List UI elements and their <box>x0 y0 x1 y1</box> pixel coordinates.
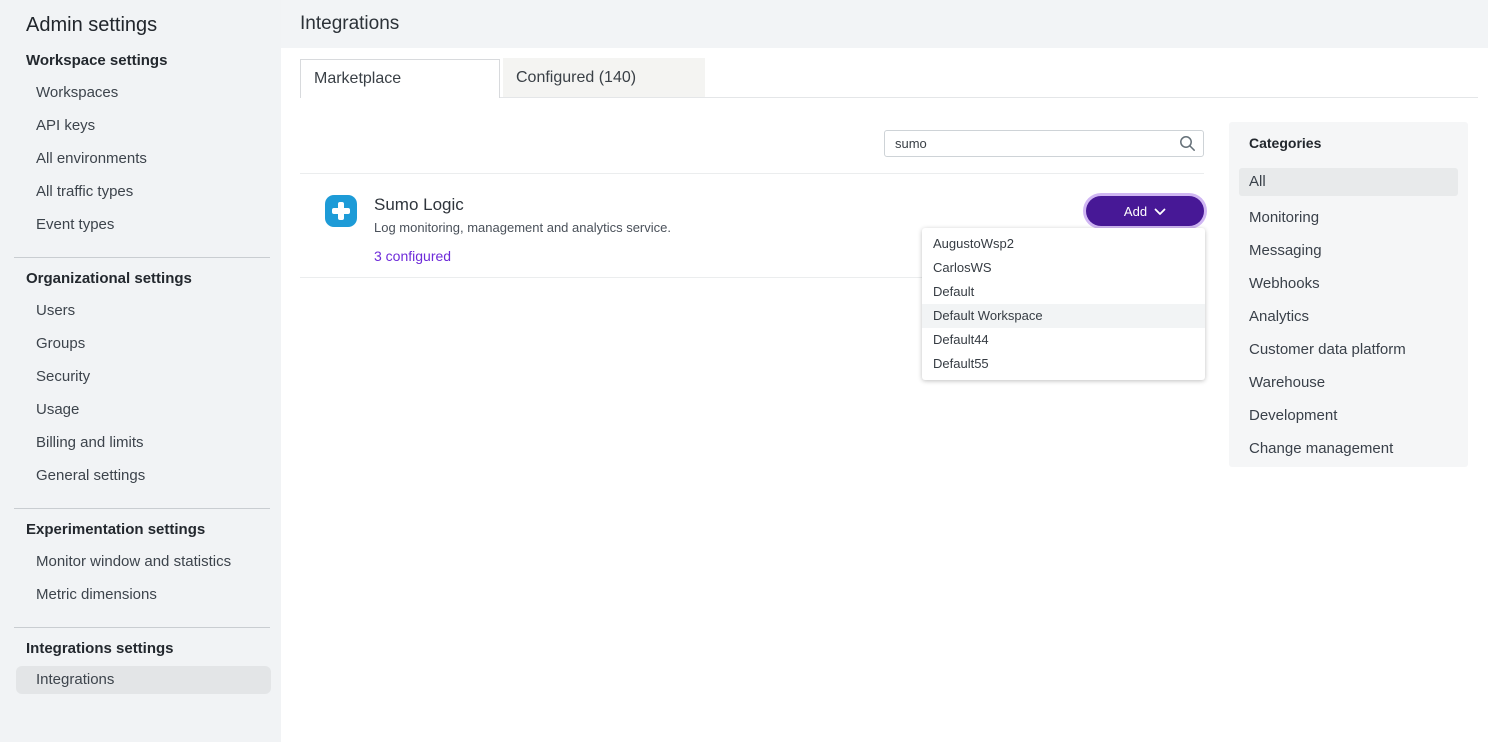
page-header: Integrations <box>281 0 1488 48</box>
content-area: Sumo Logic Log monitoring, management an… <box>281 98 1488 467</box>
categories-panel: Categories All Monitoring Messaging Webh… <box>1229 122 1468 467</box>
workspace-option-default44[interactable]: Default44 <box>922 328 1205 352</box>
app-root: Admin settings Workspace settings Worksp… <box>0 0 1488 742</box>
categories-title: Categories <box>1229 135 1468 168</box>
search-row <box>300 130 1204 157</box>
sidebar-item-integrations[interactable]: Integrations <box>16 666 271 694</box>
category-item-all[interactable]: All <box>1239 168 1458 196</box>
integration-card-text: Sumo Logic Log monitoring, management an… <box>374 195 671 265</box>
sidebar-item-groups[interactable]: Groups <box>0 327 281 360</box>
page-title: Integrations <box>300 13 399 35</box>
workspace-option-augustowsp2[interactable]: AugustoWsp2 <box>922 232 1205 256</box>
workspace-option-default-workspace[interactable]: Default Workspace <box>922 304 1205 328</box>
sidebar-title: Admin settings <box>0 0 281 40</box>
section-heading-integrations-settings: Integrations settings <box>0 628 281 664</box>
section-heading-workspace-settings: Workspace settings <box>0 40 281 76</box>
section-heading-organizational-settings: Organizational settings <box>0 258 281 294</box>
sidebar-item-security[interactable]: Security <box>0 360 281 393</box>
admin-sidebar: Admin settings Workspace settings Worksp… <box>0 0 281 742</box>
category-item-analytics[interactable]: Analytics <box>1229 300 1468 333</box>
sidebar-item-usage[interactable]: Usage <box>0 393 281 426</box>
sidebar-item-all-environments[interactable]: All environments <box>0 142 281 175</box>
section-heading-experimentation-settings: Experimentation settings <box>0 509 281 545</box>
tab-marketplace[interactable]: Marketplace <box>300 59 500 98</box>
category-item-customer-data-platform[interactable]: Customer data platform <box>1229 333 1468 366</box>
search-input[interactable] <box>884 130 1204 157</box>
sidebar-item-workspaces[interactable]: Workspaces <box>0 76 281 109</box>
sidebar-item-api-keys[interactable]: API keys <box>0 109 281 142</box>
category-item-change-management[interactable]: Change management <box>1229 432 1468 465</box>
configured-count-link[interactable]: 3 configured <box>374 247 671 265</box>
workspace-option-default[interactable]: Default <box>922 280 1205 304</box>
add-button[interactable]: Add <box>1086 196 1204 226</box>
integration-description: Log monitoring, management and analytics… <box>374 220 671 236</box>
sidebar-item-users[interactable]: Users <box>0 294 281 327</box>
plus-icon <box>325 195 357 227</box>
tab-configured[interactable]: Configured (140) <box>503 58 705 97</box>
category-item-development[interactable]: Development <box>1229 399 1468 432</box>
workspace-option-default55[interactable]: Default55 <box>922 352 1205 376</box>
sidebar-item-metric-dimensions[interactable]: Metric dimensions <box>0 578 281 611</box>
sidebar-item-billing-and-limits[interactable]: Billing and limits <box>0 426 281 459</box>
workspace-dropdown: AugustoWsp2 CarlosWS Default Default Wor… <box>922 228 1205 380</box>
sidebar-item-all-traffic-types[interactable]: All traffic types <box>0 175 281 208</box>
sidebar-item-general-settings[interactable]: General settings <box>0 459 281 492</box>
search-box <box>884 130 1204 157</box>
category-item-messaging[interactable]: Messaging <box>1229 234 1468 267</box>
add-button-label: Add <box>1124 204 1147 219</box>
integration-name: Sumo Logic <box>374 195 671 215</box>
search-icon[interactable] <box>1179 135 1196 157</box>
tabs: Marketplace Configured (140) <box>300 58 1478 98</box>
main-content: Integrations Marketplace Configured (140… <box>281 0 1488 742</box>
chevron-down-icon <box>1154 204 1166 219</box>
category-item-monitoring[interactable]: Monitoring <box>1229 201 1468 234</box>
sidebar-item-monitor-window-and-statistics[interactable]: Monitor window and statistics <box>0 545 281 578</box>
sidebar-item-event-types[interactable]: Event types <box>0 208 281 241</box>
workspace-option-carlosws[interactable]: CarlosWS <box>922 256 1205 280</box>
category-item-webhooks[interactable]: Webhooks <box>1229 267 1468 300</box>
category-item-warehouse[interactable]: Warehouse <box>1229 366 1468 399</box>
